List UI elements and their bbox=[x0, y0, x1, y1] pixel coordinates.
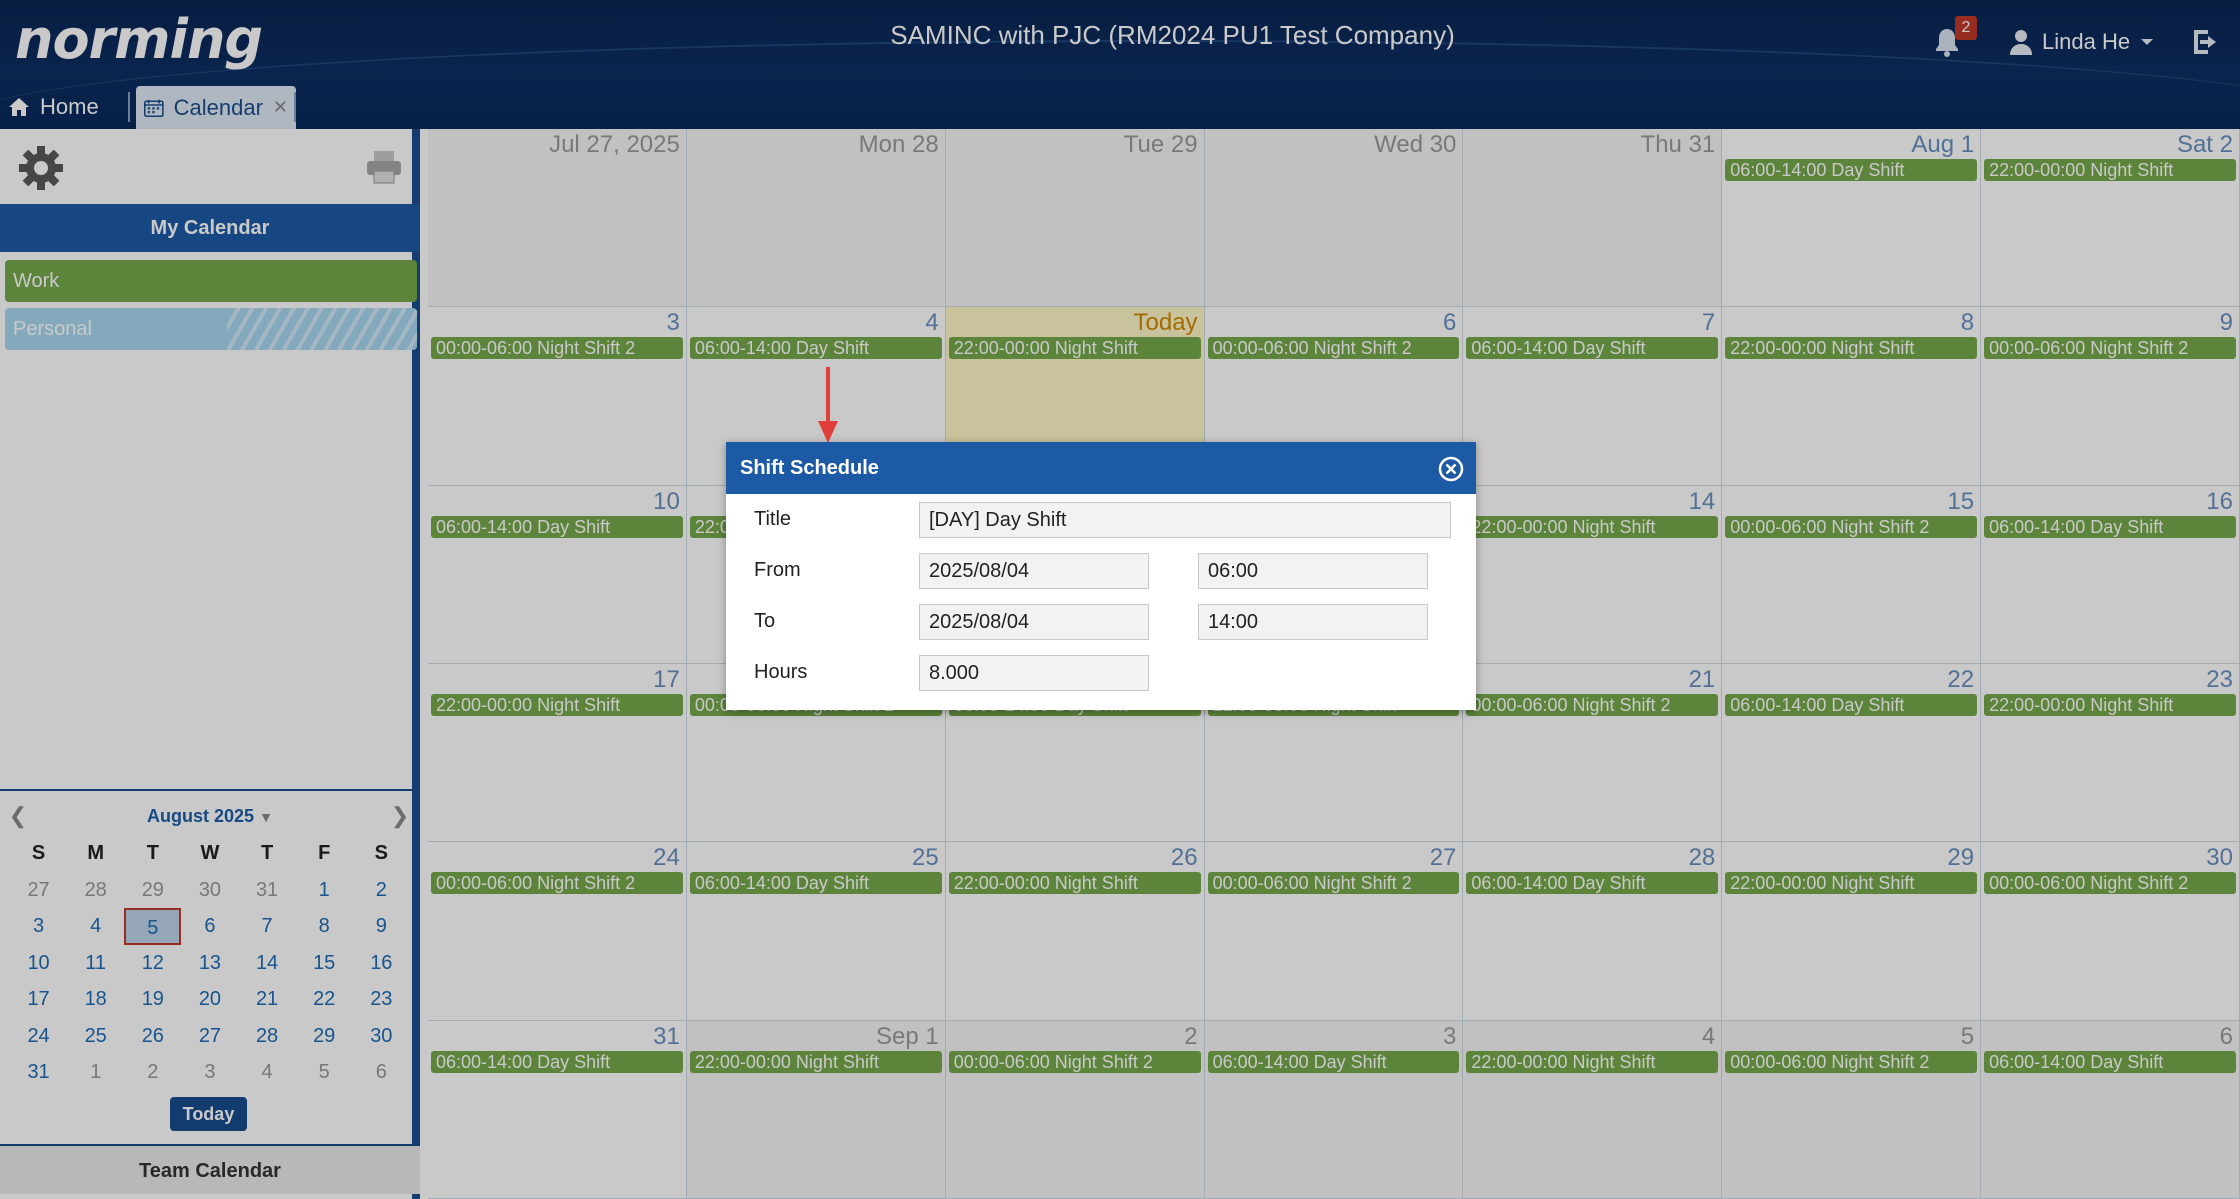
title-label: Title bbox=[754, 508, 792, 530]
from-time-field[interactable]: 06:00 bbox=[1198, 553, 1428, 589]
to-label: To bbox=[754, 610, 776, 632]
title-field[interactable]: [DAY] Day Shift bbox=[919, 502, 1451, 538]
close-icon[interactable] bbox=[1438, 456, 1464, 482]
to-time-field[interactable]: 14:00 bbox=[1198, 604, 1428, 640]
to-date-field[interactable]: 2025/08/04 bbox=[919, 604, 1149, 640]
from-label: From bbox=[754, 559, 801, 581]
hours-field[interactable]: 8.000 bbox=[919, 655, 1149, 691]
from-date-field[interactable]: 2025/08/04 bbox=[919, 553, 1149, 589]
hours-label: Hours bbox=[754, 661, 808, 683]
arrow-annotation-icon bbox=[818, 367, 838, 443]
dialog-title: Shift Schedule bbox=[726, 442, 1476, 494]
shift-schedule-dialog: Shift Schedule Title [DAY] Day Shift Fro… bbox=[726, 442, 1476, 710]
